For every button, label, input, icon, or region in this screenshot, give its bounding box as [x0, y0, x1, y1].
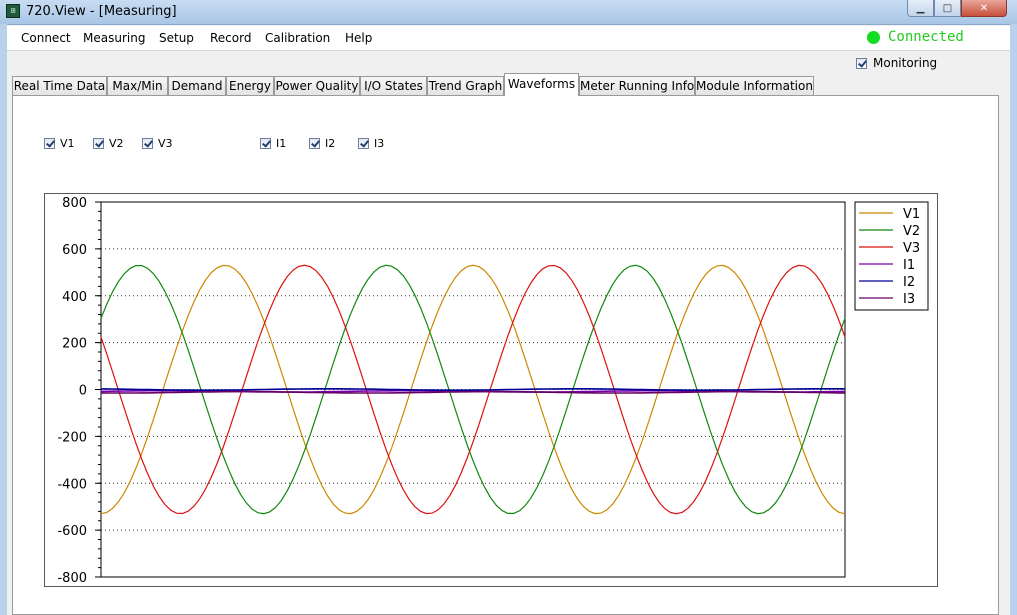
tab-demand[interactable]: Demand — [168, 76, 226, 95]
checkbox-v2[interactable]: V2 — [93, 137, 124, 150]
y-tick-label: 200 — [62, 337, 87, 352]
close-icon[interactable]: ✕ — [961, 0, 1007, 17]
tab-waveforms[interactable]: Waveforms — [504, 73, 579, 96]
legend-label-v1: V1 — [903, 207, 920, 222]
window-border-right — [1010, 24, 1017, 615]
y-tick-label: -600 — [57, 524, 87, 539]
maximize-icon[interactable]: □ — [934, 0, 961, 17]
checkbox-label: V3 — [158, 137, 173, 150]
menu-measuring[interactable]: Measuring — [83, 31, 145, 45]
checkbox-checked-icon[interactable] — [309, 138, 320, 149]
tab-real-time-data[interactable]: Real Time Data — [12, 76, 107, 95]
minimize-icon[interactable]: ▁ — [907, 0, 934, 17]
window-title: 720.View - [Measuring] — [26, 4, 177, 19]
y-tick-label: 600 — [62, 243, 87, 258]
tab-io-states[interactable]: I/O States — [360, 76, 427, 95]
checkbox-label: I2 — [325, 137, 336, 150]
y-tick-label: 400 — [62, 290, 87, 305]
checkbox-v3[interactable]: V3 — [142, 137, 173, 150]
checkbox-v1[interactable]: V1 — [44, 137, 75, 150]
waveform-chart: 800 600 400 200 0 -200 -400 -600 -800 V1 V2 V3 I1 I2 I… — [44, 193, 938, 587]
tab-power-quality[interactable]: Power Quality — [274, 76, 360, 95]
checkbox-checked-icon[interactable] — [44, 138, 55, 149]
tab-module-information[interactable]: Module Information — [695, 76, 814, 95]
menu-help[interactable]: Help — [345, 31, 372, 45]
checkbox-label: I3 — [374, 137, 385, 150]
monitoring-checkbox[interactable]: Monitoring — [856, 56, 937, 70]
y-tick-label: -200 — [57, 430, 87, 445]
tab-trend-graph[interactable]: Trend Graph — [427, 76, 504, 95]
window-border-left — [0, 24, 7, 615]
connection-status: Connected — [867, 29, 964, 45]
waveform-chart-svg: 800 600 400 200 0 -200 -400 -600 -800 V1 V2 V3 I1 I2 I… — [57, 196, 929, 586]
checkbox-label: V1 — [60, 137, 75, 150]
title-bar[interactable]: ⊞ 720.View - [Measuring] ▁ □ ✕ — [0, 0, 1017, 25]
legend-label-i2: I2 — [903, 275, 915, 290]
app-icon: ⊞ — [6, 4, 20, 18]
tab-max-min[interactable]: Max/Min — [107, 76, 168, 95]
checkbox-checked-icon[interactable] — [856, 57, 867, 69]
tab-energy[interactable]: Energy — [226, 76, 274, 95]
checkbox-checked-icon[interactable] — [358, 138, 369, 149]
legend-label-v3: V3 — [903, 241, 920, 256]
menu-record[interactable]: Record — [210, 31, 251, 45]
window-controls: ▁ □ ✕ — [907, 0, 1007, 18]
checkbox-i3[interactable]: I3 — [358, 137, 384, 150]
y-tick-label: -800 — [57, 571, 87, 586]
legend-label-i3: I3 — [903, 292, 915, 307]
y-tick-label: 0 — [79, 384, 87, 399]
y-tick-label: 800 — [62, 196, 87, 211]
y-tick-label: -400 — [57, 477, 87, 492]
legend-label-v2: V2 — [903, 224, 920, 239]
checkbox-checked-icon[interactable] — [260, 138, 271, 149]
menu-connect[interactable]: Connect — [21, 31, 71, 45]
checkbox-label: V2 — [109, 137, 124, 150]
status-dot-icon — [867, 30, 880, 44]
menu-bar: Connect Measuring Setup Record Calibrati… — [7, 26, 1010, 51]
checkbox-label: I1 — [276, 137, 287, 150]
checkbox-i1[interactable]: I1 — [260, 137, 286, 150]
connection-label: Connected — [888, 29, 964, 45]
checkbox-i2[interactable]: I2 — [309, 137, 335, 150]
legend-label-i1: I1 — [903, 258, 915, 273]
menu-calibration[interactable]: Calibration — [265, 31, 330, 45]
monitoring-label: Monitoring — [873, 56, 938, 70]
tab-meter-running-info[interactable]: Meter Running Info — [579, 76, 695, 95]
menu-setup[interactable]: Setup — [159, 31, 194, 45]
checkbox-checked-icon[interactable] — [93, 138, 104, 149]
checkbox-checked-icon[interactable] — [142, 138, 153, 149]
